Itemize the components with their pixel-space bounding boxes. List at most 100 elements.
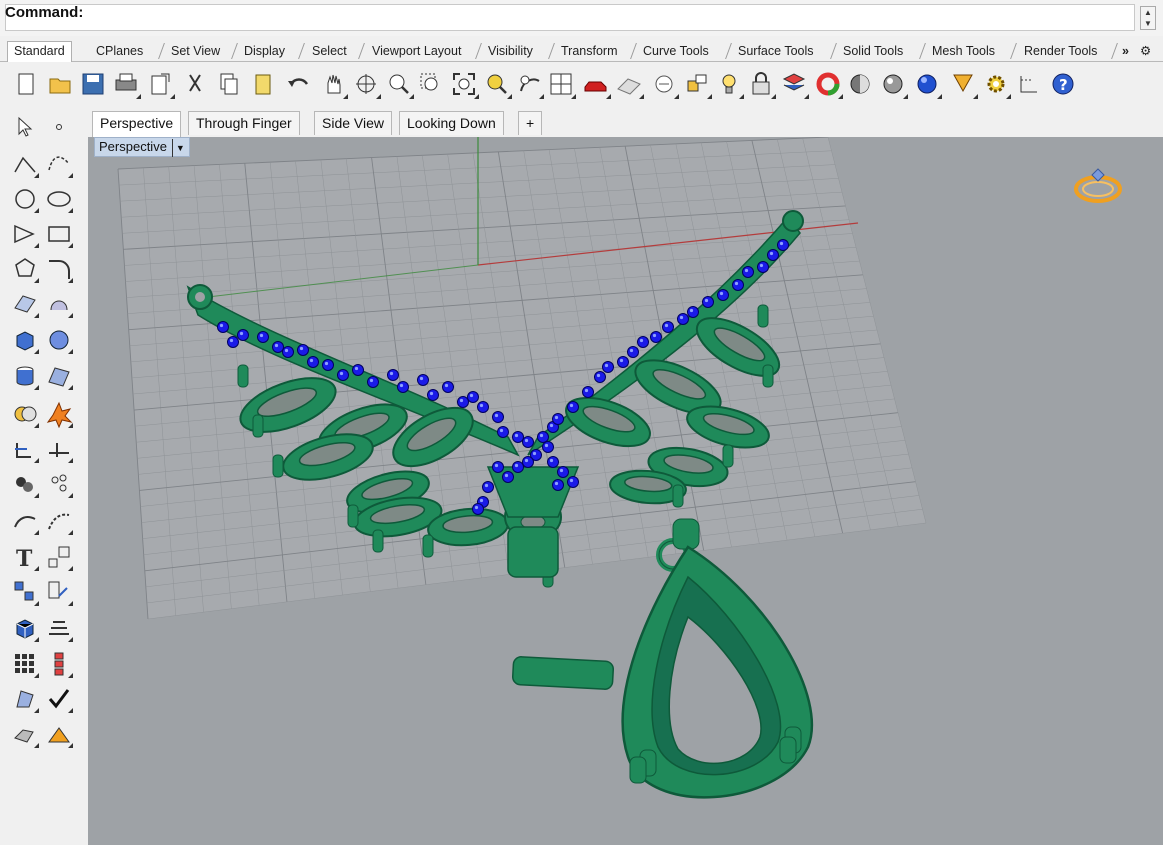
select-icon[interactable] [651,71,679,99]
box-icon[interactable] [11,326,39,354]
tab-transform[interactable]: Transform [561,42,618,61]
gem[interactable] [367,376,379,388]
sun-icon[interactable] [45,720,73,748]
tab-render-tools[interactable]: Render Tools [1024,42,1097,61]
ellipse-icon[interactable] [45,185,73,213]
gem[interactable] [637,336,649,348]
gem[interactable] [742,266,754,278]
point-icon[interactable] [45,113,73,141]
gem[interactable] [552,413,564,425]
check-icon[interactable] [45,685,73,713]
tab-display[interactable]: Display [244,42,285,61]
gem[interactable] [687,306,699,318]
gem[interactable] [567,401,579,413]
help-icon[interactable]: ? [1050,71,1076,97]
open-icon[interactable] [47,71,73,97]
tab-visibility[interactable]: Visibility [488,42,533,61]
tab-standard[interactable]: Standard [7,41,72,62]
blend-icon[interactable] [45,507,73,535]
gem[interactable] [512,431,524,443]
car-icon[interactable] [583,71,611,99]
shade-icon[interactable] [847,71,873,97]
command-input[interactable] [5,4,1135,31]
paste-icon[interactable] [250,71,276,97]
gem[interactable] [352,364,364,376]
viewport-tab-side-view[interactable]: Side View [314,111,393,135]
split-icon[interactable] [45,435,73,463]
zoom-dynamic-icon[interactable] [386,71,414,99]
named-view-icon[interactable] [684,71,712,99]
gem[interactable] [582,386,594,398]
tab-curve-tools[interactable]: Curve Tools [643,42,709,61]
gem[interactable] [627,346,639,358]
rendered-icon[interactable] [880,71,908,99]
group-icon[interactable] [11,470,39,498]
viewport-tab-looking-down[interactable]: Looking Down [399,111,504,135]
tab-select[interactable]: Select [312,42,347,61]
color-wheel-icon[interactable] [815,71,843,99]
gem[interactable] [472,503,484,515]
select-arrow-icon[interactable] [11,113,39,141]
gem[interactable] [777,239,789,251]
gem[interactable] [397,381,409,393]
dims-icon[interactable] [45,614,73,642]
polyline-icon[interactable] [11,150,39,178]
gem[interactable] [477,401,489,413]
gem[interactable] [552,479,564,491]
gem[interactable] [677,313,689,325]
undo-view-icon[interactable] [516,71,544,99]
trim-icon[interactable] [11,435,39,463]
points-on-icon[interactable] [45,470,73,498]
properties-icon[interactable] [950,71,978,99]
gem[interactable] [337,369,349,381]
toolbar-options-icon[interactable]: ⚙ [1140,42,1151,61]
gem[interactable] [417,374,429,386]
chevron-up-icon[interactable]: ▲ [1141,7,1155,18]
viewport-title-menu[interactable]: Perspective ▼ [94,137,190,157]
perspective-viewport[interactable]: Perspective ▼ [88,137,1163,845]
pan-icon[interactable] [320,71,348,99]
mesh-icon[interactable] [11,614,39,642]
gem[interactable] [297,344,309,356]
circle-icon[interactable] [11,185,39,213]
gem[interactable] [237,329,249,341]
gem[interactable] [457,396,469,408]
curve-icon[interactable] [45,150,73,178]
chevron-down-icon[interactable]: ▼ [1141,18,1155,29]
gem[interactable] [732,279,744,291]
gem[interactable] [650,331,662,343]
layer-icon[interactable] [781,71,809,99]
gem[interactable] [567,476,579,488]
fillet-icon[interactable] [45,255,73,283]
gem[interactable] [427,389,439,401]
analyze-icon[interactable] [11,685,39,713]
dimension-icon[interactable] [1016,71,1042,97]
gem[interactable] [492,461,504,473]
tab-surface-tools[interactable]: Surface Tools [738,42,814,61]
polygon-icon[interactable] [11,255,39,283]
flow-icon[interactable] [45,578,73,606]
tab-viewport-layout[interactable]: Viewport Layout [372,42,461,61]
import-icon[interactable] [147,71,175,99]
gem[interactable] [662,321,674,333]
zoom-selected-icon[interactable] [484,71,512,99]
gem[interactable] [602,361,614,373]
gem[interactable] [307,356,319,368]
array-icon[interactable] [11,578,39,606]
sphere-icon[interactable] [45,326,73,354]
save-icon[interactable] [80,71,106,97]
text-icon[interactable]: T [11,543,39,572]
print-icon[interactable] [113,71,141,99]
tab-set-view[interactable]: Set View [171,42,220,61]
tab-mesh-tools[interactable]: Mesh Tools [932,42,995,61]
light-icon[interactable] [716,71,744,99]
gem[interactable] [502,471,514,483]
gem[interactable] [537,431,549,443]
undo-icon[interactable] [285,71,311,97]
gem[interactable] [227,336,239,348]
tab-cplanes[interactable]: CPlanes [96,42,143,61]
command-scroll-spinner[interactable]: ▲ ▼ [1140,6,1156,30]
gem[interactable] [522,456,534,468]
scale-icon[interactable] [45,543,73,571]
render-sphere-icon[interactable] [914,71,942,99]
